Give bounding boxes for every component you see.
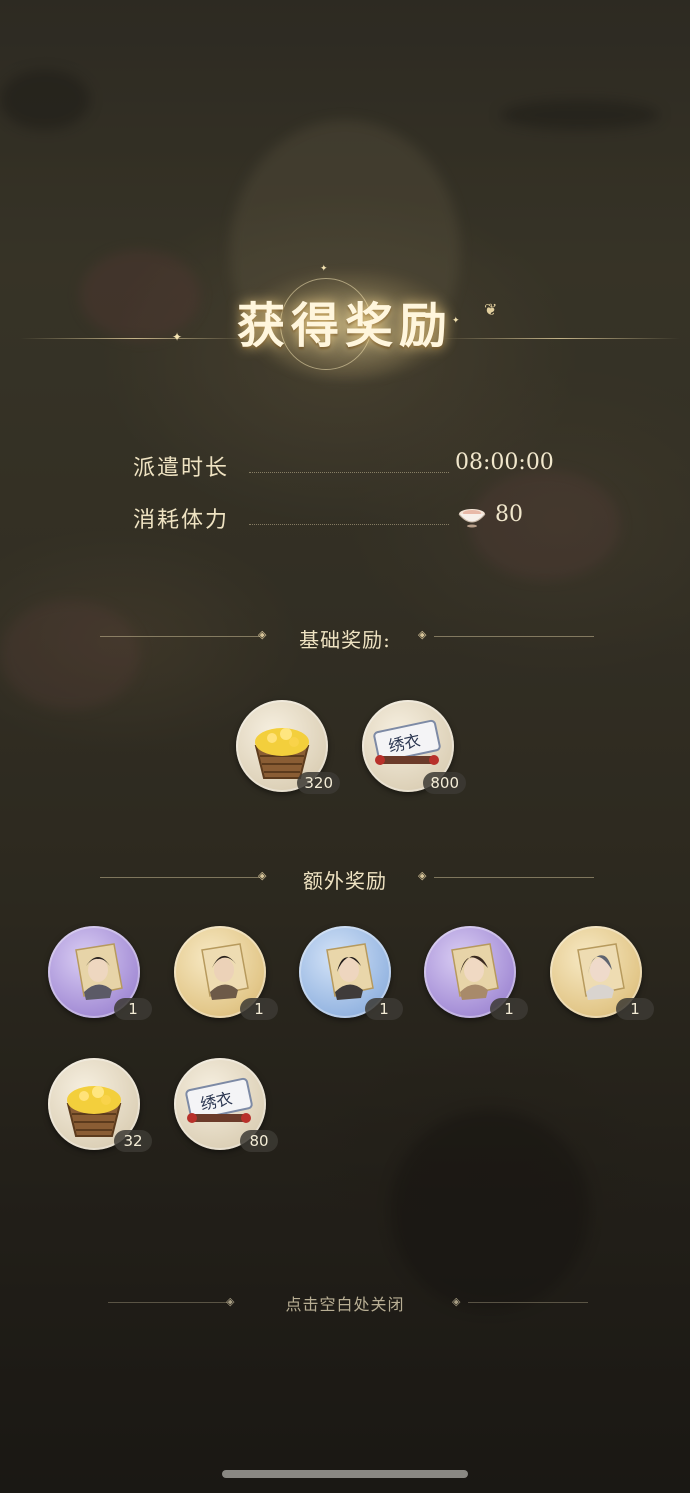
reward-item-portrait-1[interactable]: 1 (48, 926, 152, 1020)
item-count: 1 (240, 998, 278, 1020)
diamond-ornament-icon: ◈ (452, 1295, 461, 1308)
reward-item-portrait-5[interactable]: 1 (550, 926, 654, 1020)
dispatch-duration-row: 派遣时长 08:00:00 (133, 450, 554, 484)
divider-right (434, 636, 594, 637)
reward-item-portrait-2[interactable]: 1 (174, 926, 278, 1020)
reward-item-embroidery-scroll[interactable]: 绣衣 80 (174, 1058, 278, 1152)
dotted-leader (249, 524, 449, 525)
item-count: 32 (114, 1130, 152, 1152)
reward-item-portrait-3[interactable]: 1 (299, 926, 403, 1020)
page-title: 获得奖励 (236, 298, 453, 354)
dotted-leader (249, 472, 449, 473)
duration-label: 派遣时长 (133, 456, 230, 481)
item-count: 320 (297, 772, 340, 794)
home-indicator[interactable] (222, 1470, 468, 1478)
reward-item-portrait-4[interactable]: 1 (424, 926, 528, 1020)
tap-to-close-hint[interactable]: 点击空白处关闭 (0, 1291, 690, 1315)
extra-rewards-header: 额外奖励 (303, 869, 387, 893)
stamina-value: 80 (495, 502, 523, 527)
item-count: 1 (490, 998, 528, 1020)
basic-rewards-header: 基础奖励: (299, 628, 391, 652)
item-count: 1 (616, 998, 654, 1020)
diamond-ornament-icon: ◈ (418, 628, 427, 641)
reward-title-banner: ✦ ✦ ✦ ❦ 获得奖励 (0, 260, 690, 380)
item-count: 1 (365, 998, 403, 1020)
diamond-ornament-icon: ◈ (418, 869, 427, 882)
reward-item-embroidery-scroll[interactable]: 绣衣 800 (362, 700, 466, 794)
reward-item-gold-basket[interactable]: 32 (48, 1058, 152, 1152)
sparkle-icon: ✦ (320, 264, 328, 274)
stamina-label: 消耗体力 (133, 508, 230, 533)
divider-right (468, 1302, 588, 1303)
item-count: 800 (423, 772, 466, 794)
reward-item-gold-basket[interactable]: 320 (236, 700, 340, 794)
item-count: 80 (240, 1130, 278, 1152)
dim-overlay[interactable] (0, 0, 690, 1493)
duration-value: 08:00:00 (455, 450, 554, 475)
stamina-cost-row: 消耗体力 80 (133, 502, 553, 536)
item-count: 1 (114, 998, 152, 1020)
noodle-bowl-icon (458, 509, 486, 528)
divider-right (434, 877, 594, 878)
